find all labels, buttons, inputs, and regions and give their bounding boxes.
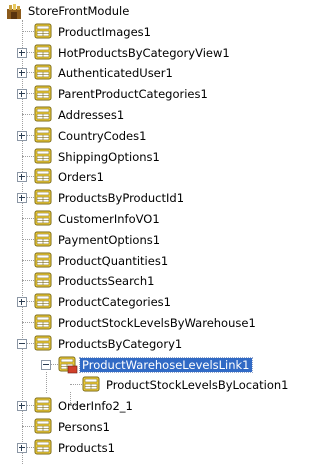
tree-item-label: ProductWarehoseLevelsLink1 [79,357,253,373]
tree-connector-line [22,156,34,157]
tree-connector-line [22,322,34,323]
view-object-icon [34,272,52,288]
tree-item-label: Products1 [58,441,115,455]
expand-node-button[interactable] [17,401,27,411]
tree-item-label: ProductImages1 [58,25,151,39]
tree-connector-line [22,20,23,464]
view-object-icon [34,231,52,247]
view-object-icon [34,168,52,184]
view-object-icon [34,418,52,434]
collapse-node-button[interactable] [41,360,51,370]
tree-item-label: Persons1 [58,420,110,434]
tree-root-label: StoreFrontModule [28,4,130,18]
tree-item-label: ProductsByProductId1 [58,191,185,205]
tree-item-label: ProductsSearch1 [58,274,155,288]
expand-node-button[interactable] [17,48,27,58]
tree-item-label: Addresses1 [58,108,125,122]
view-object-icon [34,335,52,351]
expand-node-button[interactable] [17,89,27,99]
collapse-node-button[interactable] [17,339,27,349]
tree-connector-line [22,31,34,32]
tree-connector-line [70,384,82,385]
tree-connector-line [22,426,34,427]
tree-item-label: ProductStockLevelsByLocation1 [106,378,289,392]
tree-item-label: ParentProductCategories1 [58,87,208,101]
tree-connector-line [22,239,34,240]
view-object-icon [34,252,52,268]
tree-item-label: ProductStockLevelsByWarehouse1 [58,316,256,330]
tree-item-label: PaymentOptions1 [58,233,161,247]
tree-item-label: AuthenticatedUser1 [58,66,173,80]
tree-item-label: ProductQuantities1 [58,254,169,268]
tree-item-label: OrderInfo2_1 [58,399,133,413]
tree-connector-line [22,218,34,219]
view-object-icon [34,127,52,143]
view-object-icon [34,44,52,60]
view-object-icon [34,314,52,330]
tree-connector-line [22,114,34,115]
tree-item-label: HotProductsByCategoryView1 [58,46,230,60]
view-object-icon [34,106,52,122]
module-icon [7,4,21,19]
expand-node-button[interactable] [17,297,27,307]
tree-item-label: CustomerInfoVO1 [58,212,160,226]
tree-connector-line [22,260,34,261]
tree-connector-line [22,280,34,281]
expand-node-button[interactable] [17,172,27,182]
view-object-icon [34,397,52,413]
view-object-icon [34,85,52,101]
tree-item-label: ProductCategories1 [58,295,171,309]
view-link-icon [58,356,78,374]
view-object-icon [34,148,52,164]
view-object-icon [34,64,52,80]
tree-item-label: ShippingOptions1 [58,150,160,164]
view-object-icon [34,189,52,205]
view-object-icon [34,23,52,39]
expand-node-button[interactable] [17,68,27,78]
tree-item-label: CountryCodes1 [58,129,147,143]
view-object-icon [34,210,52,226]
application-module-tree: StoreFrontModule ProductImages1 HotProduc… [0,0,320,475]
view-object-icon [82,376,100,392]
expand-node-button[interactable] [17,443,27,453]
tree-item-label: ProductsByCategory1 [58,337,183,351]
view-object-icon [34,439,52,455]
view-object-icon [34,293,52,309]
tree-connector-line [46,372,47,393]
expand-node-button[interactable] [17,131,27,141]
expand-node-button[interactable] [17,193,27,203]
tree-item-label: Orders1 [58,170,104,184]
